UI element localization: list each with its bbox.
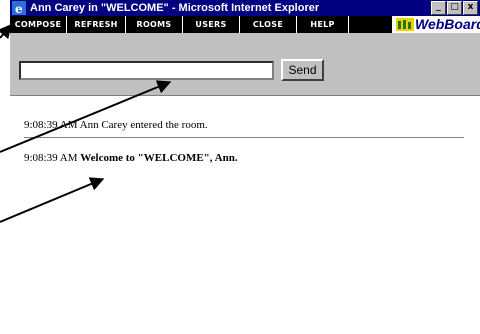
svg-text:e: e [15, 2, 23, 15]
refresh-button[interactable]: REFRESH [67, 16, 126, 33]
users-button[interactable]: USERS [183, 16, 240, 33]
webboard-logo: WebBoard™ [392, 16, 480, 33]
webboard-logo-icon [396, 18, 414, 31]
compose-button[interactable]: COMPOSE [10, 16, 67, 33]
browser-window: e Ann Carey in "WELCOME" - Microsoft Int… [0, 0, 480, 334]
chat-transcript: 9:08:39 AM Ann Carey entered the room. 9… [10, 95, 480, 334]
window-controls: _ □ x [430, 1, 478, 15]
maximize-button[interactable]: □ [447, 1, 462, 15]
minimize-button[interactable]: _ [431, 1, 446, 15]
close-window-button[interactable]: x [463, 1, 478, 15]
message-text: Welcome to "WELCOME", Ann. [80, 152, 238, 164]
close-button[interactable]: CLOSE [240, 16, 297, 33]
message-time: 9:08:39 AM [24, 119, 78, 131]
message-entry-bar: Send [10, 33, 480, 95]
chat-message: 9:08:39 AM Ann Carey entered the room. [24, 119, 208, 131]
chat-message: 9:08:39 AM Welcome to "WELCOME", Ann. [24, 152, 238, 164]
message-divider [24, 137, 464, 138]
internet-explorer-icon: e [12, 1, 26, 15]
message-input[interactable] [19, 61, 274, 80]
left-margin [0, 0, 10, 334]
send-button[interactable]: Send [281, 59, 324, 81]
help-button[interactable]: HELP [297, 16, 349, 33]
toolbar: COMPOSE REFRESH ROOMS USERS CLOSE HELP W… [10, 16, 480, 33]
message-text: Ann Carey entered the room. [79, 119, 208, 131]
message-time: 9:08:39 AM [24, 152, 78, 164]
window-title: Ann Carey in "WELCOME" - Microsoft Inter… [30, 2, 320, 14]
rooms-button[interactable]: ROOMS [126, 16, 183, 33]
title-bar[interactable]: e Ann Carey in "WELCOME" - Microsoft Int… [10, 0, 480, 16]
brand-name: WebBoard™ [415, 16, 480, 32]
